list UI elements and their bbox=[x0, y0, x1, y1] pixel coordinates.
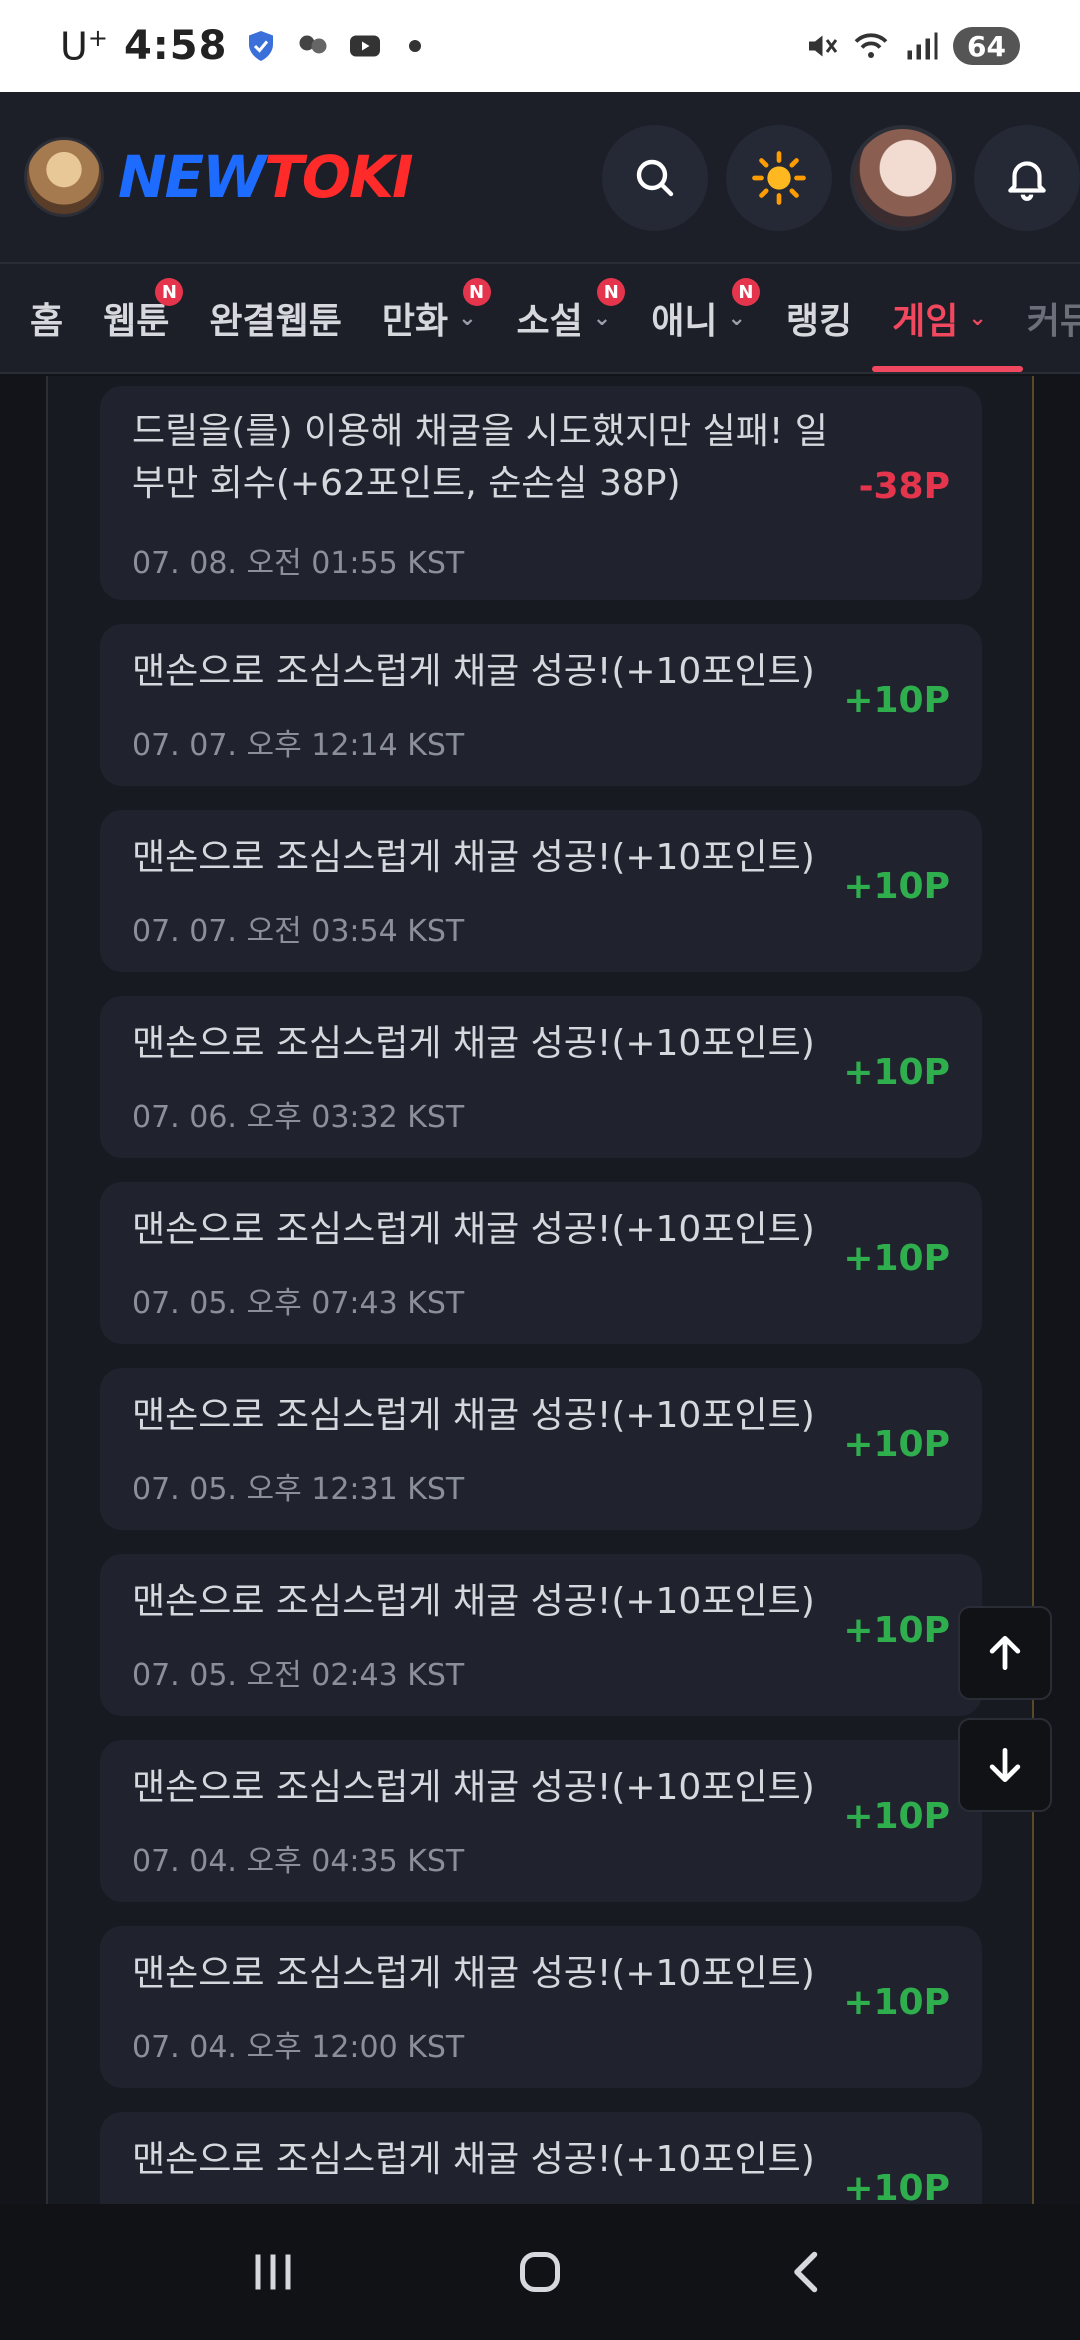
tab-anime[interactable]: 애니 ⌄ N bbox=[651, 264, 760, 372]
history-text: 맨손으로 조심스럽게 채굴 성공!(+10포인트) bbox=[132, 1395, 815, 1436]
history-date: 07. 04. 오후 12:00 KST bbox=[132, 2030, 465, 2065]
points-value: +10P bbox=[843, 866, 950, 907]
carrier-label: U+ bbox=[60, 23, 108, 69]
points-value: -38P bbox=[858, 466, 950, 507]
tab-webtoon[interactable]: 웹툰 N bbox=[103, 264, 184, 372]
tab-manga[interactable]: 만화 ⌄ N bbox=[382, 264, 491, 372]
points-value: +10P bbox=[843, 1052, 950, 1093]
tab-ranking[interactable]: 랭킹 bbox=[786, 264, 852, 372]
history-date: 07. 05. 오전 02:43 KST bbox=[132, 1658, 465, 1693]
history-text: 맨손으로 조심스럽게 채굴 성공!(+10포인트) bbox=[132, 1581, 815, 1622]
history-item: 맨손으로 조심스럽게 채굴 성공!(+10포인트) 07. 05. 오후 07:… bbox=[100, 1182, 982, 1344]
arrow-up-icon bbox=[989, 1635, 1021, 1671]
history-date: 07. 08. 오전 01:55 KST bbox=[132, 546, 465, 581]
points-value: +10P bbox=[843, 1610, 950, 1651]
history-text-line2: 부만 회수(+62포인트, 순손실 38P) bbox=[132, 463, 681, 504]
history-text: 맨손으로 조심스럽게 채굴 성공!(+10포인트) bbox=[132, 1767, 815, 1808]
logo-mascot-image[interactable] bbox=[24, 137, 104, 217]
search-icon bbox=[636, 159, 674, 197]
battery-indicator: 64 bbox=[953, 27, 1020, 65]
mute-icon bbox=[809, 35, 838, 57]
recent-apps-icon[interactable] bbox=[243, 2242, 303, 2302]
clock: 4:58 bbox=[123, 23, 228, 69]
points-value: +10P bbox=[843, 2168, 950, 2204]
chevron-down-icon: ⌄ bbox=[458, 305, 477, 331]
history-item: 맨손으로 조심스럽게 채굴 성공!(+10포인트) 07. 06. 오후 03:… bbox=[100, 996, 982, 1158]
chevron-down-icon: ⌄ bbox=[727, 305, 746, 331]
tab-community[interactable]: 커뮤 bbox=[1027, 264, 1080, 372]
search-button[interactable] bbox=[602, 125, 708, 231]
arrow-down-icon bbox=[989, 1747, 1021, 1783]
chevron-down-icon: ⌄ bbox=[592, 305, 612, 331]
scroll-to-top-button[interactable] bbox=[958, 1606, 1052, 1700]
user-avatar[interactable] bbox=[850, 125, 956, 231]
sun-icon bbox=[752, 151, 806, 205]
history-date: 07. 05. 오후 12:31 KST bbox=[132, 1472, 465, 1507]
new-badge: N bbox=[155, 278, 184, 306]
history-item: 맨손으로 조심스럽게 채굴 성공!(+10포인트) 07. 04. 오후 04:… bbox=[100, 1740, 982, 1902]
new-badge: N bbox=[731, 278, 760, 306]
history-item: 맨손으로 조심스럽게 채굴 성공!(+10포인트) 07. 07. 오전 03:… bbox=[100, 810, 982, 972]
history-item: 맨손으로 조심스럽게 채굴 성공!(+10포인트) +10P bbox=[100, 2112, 982, 2204]
history-text: 맨손으로 조심스럽게 채굴 성공!(+10포인트) bbox=[132, 1023, 815, 1064]
history-item: 맨손으로 조심스럽게 채굴 성공!(+10포인트) 07. 04. 오후 12:… bbox=[100, 1926, 982, 2088]
points-history-panel: 드릴을(를) 이용해 채굴을 시도했지만 실패! 일 부만 회수(+62포인트,… bbox=[46, 376, 1034, 2204]
history-date: 07. 07. 오후 12:14 KST bbox=[132, 728, 465, 763]
scroll-to-bottom-button[interactable] bbox=[958, 1718, 1052, 1812]
back-icon[interactable] bbox=[777, 2242, 837, 2302]
history-text: 맨손으로 조심스럽게 채굴 성공!(+10포인트) bbox=[132, 2139, 815, 2180]
tab-home[interactable]: 홈 bbox=[30, 264, 63, 372]
history-text: 맨손으로 조심스럽게 채굴 성공!(+10포인트) bbox=[132, 1209, 815, 1250]
points-value: +10P bbox=[843, 1796, 950, 1837]
history-date: 07. 05. 오후 07:43 KST bbox=[132, 1286, 465, 1321]
notifications-button[interactable] bbox=[974, 125, 1080, 231]
history-text: 맨손으로 조심스럽게 채굴 성공!(+10포인트) bbox=[132, 837, 815, 878]
youtube-icon bbox=[350, 35, 381, 57]
history-item: 드릴을(를) 이용해 채굴을 시도했지만 실패! 일 부만 회수(+62포인트,… bbox=[100, 386, 982, 600]
history-date: 07. 07. 오전 03:54 KST bbox=[132, 914, 465, 949]
theme-toggle-button[interactable] bbox=[726, 125, 832, 231]
history-item: 맨손으로 조심스럽게 채굴 성공!(+10포인트) 07. 05. 오후 12:… bbox=[100, 1368, 982, 1530]
history-text: 드릴을(를) 이용해 채굴을 시도했지만 실패! 일 bbox=[132, 411, 828, 452]
bell-icon bbox=[1008, 161, 1046, 201]
points-value: +10P bbox=[843, 680, 950, 721]
history-text: 맨손으로 조심스럽게 채굴 성공!(+10포인트) bbox=[132, 651, 815, 692]
points-value: +10P bbox=[843, 1424, 950, 1465]
category-tabs: 홈 웹툰N 완결웹툰 만화⌄N 소설⌄N 애니⌄N 랭킹 게임⌄ 커뮤 bbox=[0, 262, 1080, 374]
history-text: 맨손으로 조심스럽게 채굴 성공!(+10포인트) bbox=[132, 1953, 815, 1994]
home-icon[interactable] bbox=[510, 2242, 570, 2302]
history-item: 맨손으로 조심스럽게 채굴 성공!(+10포인트) 07. 05. 오전 02:… bbox=[100, 1554, 982, 1716]
app-header: NEWTOKI bbox=[0, 92, 1080, 262]
points-value: +10P bbox=[843, 1238, 950, 1279]
site-logo[interactable]: NEWTOKI bbox=[118, 143, 414, 211]
system-navigation-bar bbox=[0, 2204, 1080, 2340]
points-value: +10P bbox=[843, 1982, 950, 2023]
history-date: 07. 04. 오후 04:35 KST bbox=[132, 1844, 465, 1879]
history-date: 07. 06. 오후 03:32 KST bbox=[132, 1100, 465, 1135]
wifi-icon bbox=[854, 33, 888, 58]
history-item: 맨손으로 조심스럽게 채굴 성공!(+10포인트) 07. 07. 오후 12:… bbox=[100, 624, 982, 786]
shield-icon bbox=[249, 31, 274, 61]
signal-icon bbox=[907, 32, 938, 60]
new-badge: N bbox=[462, 278, 491, 306]
tab-completed-webtoon[interactable]: 완결웹툰 bbox=[209, 264, 341, 372]
chevron-down-icon: ⌄ bbox=[968, 305, 987, 331]
new-badge: N bbox=[597, 278, 626, 306]
tab-novel[interactable]: 소설 ⌄ N bbox=[517, 264, 626, 372]
notification-dot bbox=[409, 40, 422, 52]
game-icon bbox=[299, 35, 327, 54]
tab-game[interactable]: 게임 ⌄ bbox=[872, 264, 1023, 372]
status-bar: U+ 4:58 64 bbox=[0, 0, 1080, 92]
